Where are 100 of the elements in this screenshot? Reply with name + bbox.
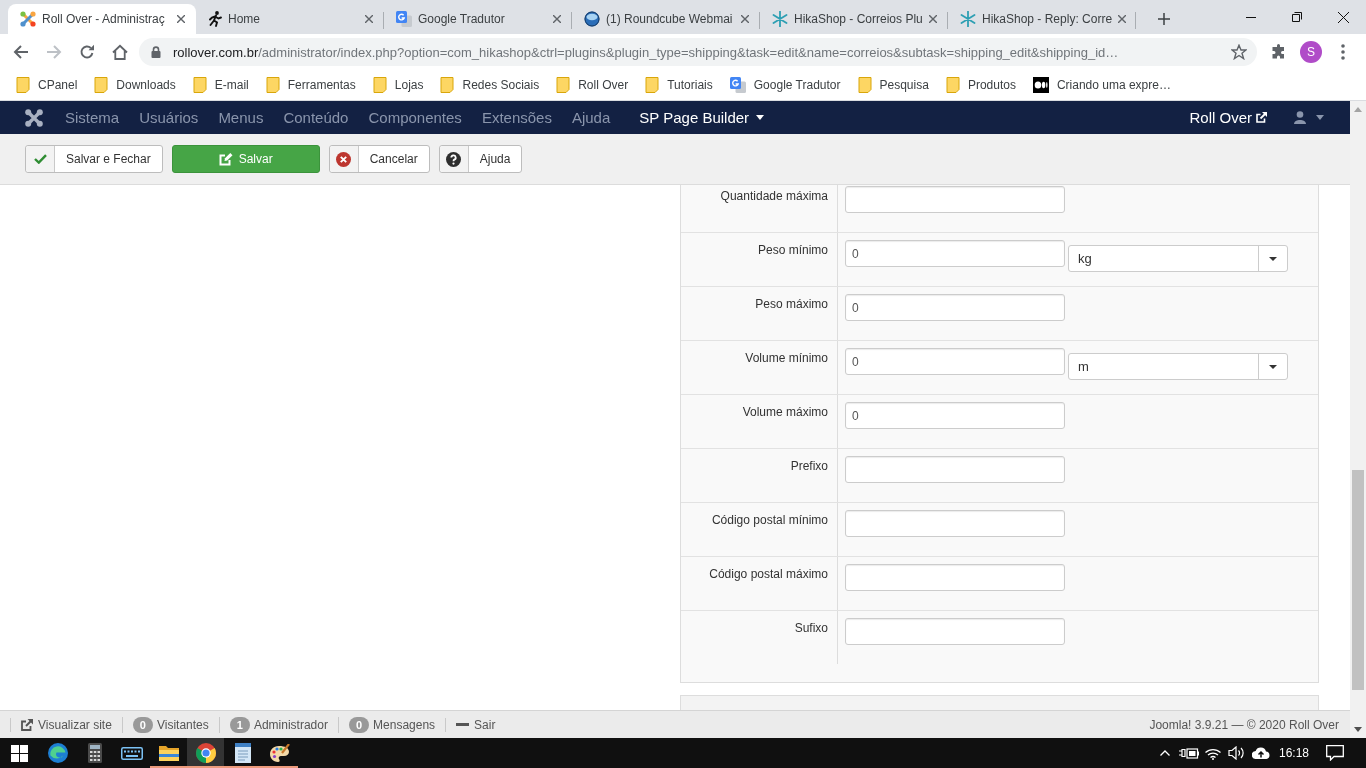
text-field[interactable]: 0 [845, 294, 1065, 321]
browser-tab[interactable]: HikaShop - Correios Plu [760, 4, 948, 34]
scrollbar[interactable] [1350, 101, 1366, 738]
restore-icon[interactable] [1292, 12, 1302, 22]
translate-icon [396, 11, 412, 27]
minimize-icon[interactable] [1246, 16, 1256, 18]
text-field[interactable] [845, 564, 1065, 591]
bookmark[interactable]: Pesquisa [850, 73, 936, 97]
notification-icon[interactable] [1326, 745, 1344, 761]
profile-avatar[interactable]: S [1300, 41, 1322, 63]
house-icon[interactable] [112, 44, 128, 60]
palette-icon[interactable] [269, 744, 290, 762]
field-label: Volume máximo [742, 405, 828, 419]
text-field[interactable] [845, 510, 1065, 537]
address-bar[interactable]: rollover.com.br/administrator/index.php?option=com_hikashop&ctrl=plugins&plugin_type=shipping&task=edit&name=correios&subtask=shipping_edit&shipping_id… [139, 38, 1257, 66]
logout-link[interactable]: Sair [456, 717, 496, 732]
text-field[interactable] [845, 618, 1065, 645]
help-button[interactable]: Ajuda [438, 145, 523, 173]
text-field[interactable] [845, 186, 1065, 213]
bookmark[interactable]: Redes Sociais [433, 73, 547, 97]
bookmark[interactable]: E-mail [185, 73, 256, 97]
puzzle-icon[interactable] [1271, 44, 1287, 60]
browser-tab[interactable]: Home [196, 4, 384, 34]
colorful-x-icon [20, 11, 36, 27]
check-icon[interactable] [33, 154, 47, 164]
close-icon[interactable] [177, 15, 185, 23]
bookmark[interactable]: Google Tradutor [722, 73, 848, 97]
text-field[interactable]: 0 [845, 348, 1065, 375]
browser-tab[interactable]: Google Tradutor [384, 4, 572, 34]
keyboard-icon[interactable] [120, 746, 143, 760]
status-text: Mensagens [373, 717, 436, 732]
close-icon[interactable] [1337, 11, 1349, 23]
caret-down-icon[interactable] [756, 115, 765, 120]
bookmark[interactable]: Ferramentas [258, 73, 363, 97]
field-label: Quantidade máxima [720, 189, 828, 203]
field-label: Sufixo [794, 621, 828, 635]
pencil-square-icon[interactable] [218, 152, 233, 166]
external-link-icon[interactable] [21, 718, 33, 731]
start-icon[interactable] [11, 744, 28, 762]
field-label: Prefixo [790, 459, 828, 473]
logo-icon[interactable] [25, 108, 43, 127]
star-icon[interactable] [1231, 44, 1247, 60]
count-badge: 1 [229, 716, 250, 733]
caret-down-icon[interactable] [1354, 727, 1362, 732]
text-field[interactable]: 0 [845, 402, 1065, 429]
browser-tab[interactable]: HikaShop - Reply: Corre [948, 4, 1136, 34]
tricolor-circle-icon[interactable] [195, 743, 216, 763]
scrollbar-thumb[interactable] [1352, 470, 1364, 690]
menu-item[interactable]: SP Page Builder [629, 109, 775, 126]
bookmark[interactable]: CPanel [9, 73, 85, 97]
save-close-button[interactable]: Salvar e Fechar [25, 145, 163, 173]
question-circle-icon[interactable] [446, 151, 462, 167]
swirl-icon[interactable] [47, 743, 68, 763]
plus-icon[interactable] [1158, 13, 1170, 25]
bookmark[interactable]: Produtos [938, 73, 1023, 97]
bookmark[interactable]: Criando uma expre… [1025, 73, 1178, 97]
bookmark[interactable]: Downloads [87, 73, 183, 97]
unit-select[interactable]: m [1068, 353, 1288, 380]
taskbar-clock[interactable]: 16:18 [1278, 746, 1309, 760]
taskbar-button[interactable] [187, 738, 224, 768]
notepad-icon[interactable] [234, 743, 251, 763]
cloud-icon[interactable] [1251, 747, 1270, 759]
browser-tab[interactable]: (1) Roundcube Webmai [572, 4, 760, 34]
arrow-left-icon[interactable] [13, 44, 29, 60]
text-field[interactable]: 0 [845, 240, 1065, 267]
caret-down-icon[interactable] [1269, 256, 1277, 261]
url-text: rollover.com.br/administrator/index.php?option=com_hikashop&ctrl=plugins&plugin_type=shipping&task=edit&name=correios&subtask=shipping_edit&shipping_id… [173, 44, 1119, 60]
external-link-icon[interactable] [1256, 112, 1267, 123]
circular-arrow-icon[interactable] [79, 44, 95, 60]
count-badge: 0 [348, 716, 370, 733]
bookmark[interactable]: Tutoriais [638, 73, 720, 97]
wifi-icon[interactable] [1204, 746, 1221, 760]
sphere-icon [584, 11, 600, 27]
field-label: Código postal máximo [709, 567, 828, 581]
x-circle-icon[interactable] [336, 151, 352, 167]
caret-up-icon[interactable] [1159, 750, 1170, 756]
logo-icon[interactable] [1032, 77, 1049, 93]
runner-icon [208, 11, 222, 27]
status-text: Visitantes [156, 717, 209, 732]
text-field[interactable] [845, 456, 1065, 483]
bookmark[interactable]: Lojas [365, 73, 431, 97]
asterisk-icon [772, 11, 788, 27]
calculator-icon[interactable] [87, 743, 102, 763]
field-label: Peso máximo [755, 297, 828, 311]
dots-menu-icon[interactable] [1341, 44, 1345, 60]
status-text: Administrador [253, 717, 328, 732]
caret-down-icon[interactable] [1269, 364, 1277, 369]
count-badge: 0 [132, 716, 153, 733]
view-site-link[interactable]: Visualizar site [21, 717, 112, 732]
browser-tab[interactable]: Roll Over - Administraç [8, 4, 196, 34]
bookmark[interactable]: Roll Over [549, 73, 636, 97]
unit-select[interactable]: kg [1068, 245, 1288, 272]
field-label: Volume mínimo [745, 351, 828, 365]
site-link[interactable]: Roll Over [1189, 109, 1267, 126]
folder-icon[interactable] [158, 745, 179, 761]
speaker-icon[interactable] [1228, 746, 1246, 760]
minus-icon[interactable] [456, 723, 470, 726]
cancel-button[interactable]: Cancelar [328, 145, 430, 173]
user-icon[interactable] [1294, 111, 1306, 124]
battery-icon[interactable] [1178, 747, 1199, 759]
